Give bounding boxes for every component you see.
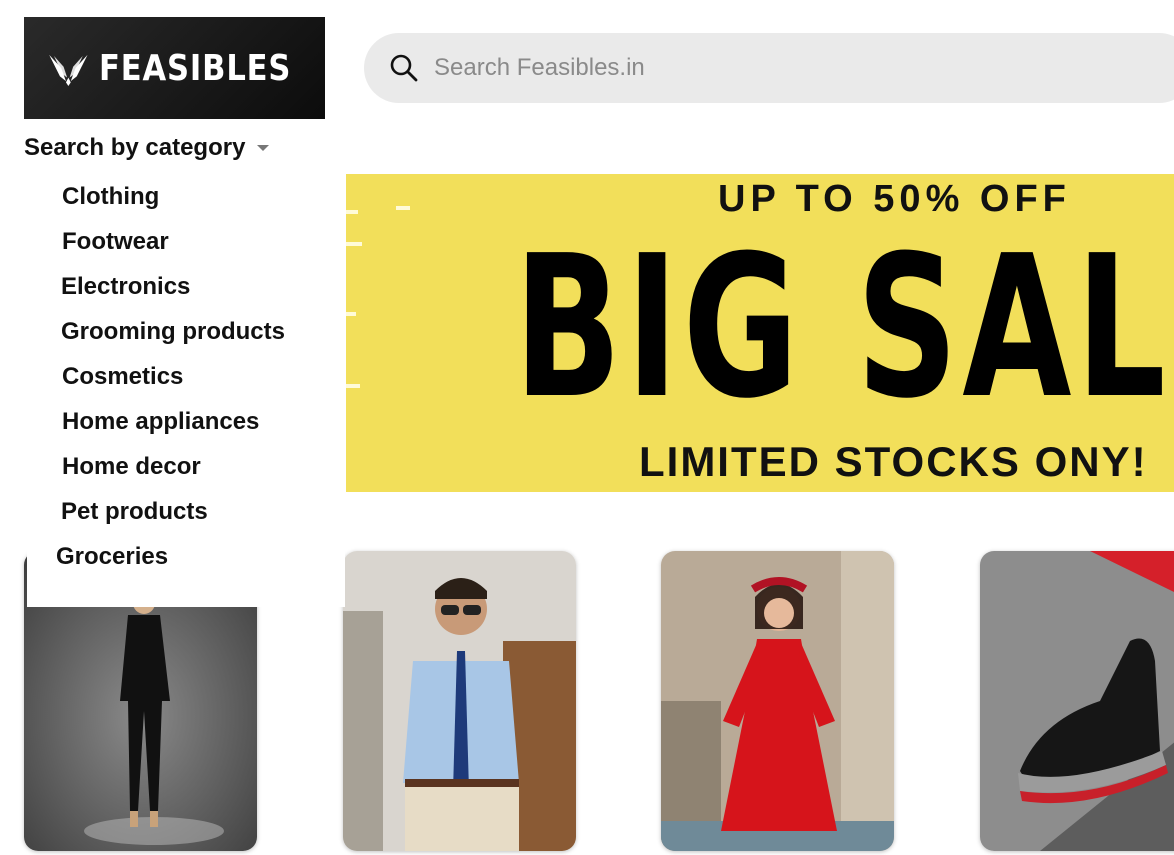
category-item-groceries[interactable]: Groceries [56,543,168,571]
sale-banner[interactable]: UP TO 50% OFF BIG SAL LIMITED STOCKS ONY… [346,174,1174,492]
man-blue-shirt-sunglasses-photo [343,551,576,851]
category-item-footwear[interactable]: Footwear [62,228,169,256]
banner-headline: BIG SAL [514,214,1171,442]
search-icon [390,54,418,82]
category-dropdown-label: Search by category [24,134,246,161]
category-item-electronics[interactable]: Electronics [61,273,190,301]
product-card[interactable] [661,551,894,851]
product-card[interactable] [343,551,576,851]
search-input[interactable] [432,53,1136,83]
wings-logo-icon [49,54,88,86]
brand-name: FEASIBLES [98,47,292,89]
category-dropdown-menu: Clothing Footwear Electronics Grooming p… [27,180,345,607]
category-item-clothing[interactable]: Clothing [62,183,159,211]
search-bar[interactable] [364,33,1174,103]
brand-logo[interactable]: FEASIBLES [24,17,325,119]
category-item-cosmetics[interactable]: Cosmetics [62,363,183,391]
black-red-sneaker-photo [980,551,1174,851]
chevron-down-icon [257,145,270,151]
girl-red-dress-photo [661,551,894,851]
category-item-home-appliances[interactable]: Home appliances [62,408,259,436]
category-item-grooming-products[interactable]: Grooming products [61,318,285,346]
product-card[interactable] [980,551,1174,851]
category-item-home-decor[interactable]: Home decor [62,453,201,481]
category-dropdown[interactable]: Search by category [24,134,270,162]
category-item-pet-products[interactable]: Pet products [61,498,208,526]
banner-subtext: LIMITED STOCKS ONY! [639,438,1148,485]
